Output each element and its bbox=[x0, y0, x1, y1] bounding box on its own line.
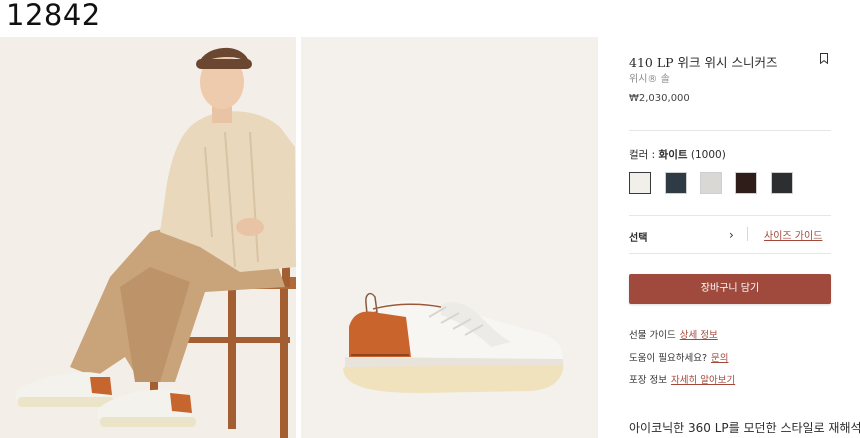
packaging-row: 포장 정보 자세히 알아보기 bbox=[629, 372, 735, 386]
divider bbox=[629, 130, 831, 131]
color-label: 컬러 : 화이트 (1000) bbox=[629, 147, 726, 162]
sneaker-illustration bbox=[301, 37, 598, 438]
swatch-light-grey[interactable] bbox=[700, 172, 722, 194]
size-select[interactable]: 선택 bbox=[629, 229, 647, 244]
product-photo[interactable] bbox=[301, 37, 598, 438]
model-photo[interactable] bbox=[0, 37, 296, 438]
chevron-right-icon[interactable]: › bbox=[729, 228, 734, 242]
product-title: 410 LP 위크 위시 스니커즈 bbox=[629, 55, 778, 70]
divider bbox=[629, 215, 831, 216]
packaging-label: 포장 정보 bbox=[629, 375, 667, 386]
gift-guide-link[interactable]: 상세 정보 bbox=[680, 330, 718, 341]
swatch-charcoal[interactable] bbox=[771, 172, 793, 194]
bookmark-icon[interactable] bbox=[820, 53, 828, 64]
packaging-link[interactable]: 자세히 알아보기 bbox=[671, 375, 735, 386]
swatch-white[interactable] bbox=[629, 172, 651, 194]
product-info-panel: 410 LP 위크 위시 스니커즈 위시® 솔 ₩2,030,000 컬러 : … bbox=[598, 37, 860, 438]
product-price: ₩2,030,000 bbox=[629, 93, 690, 104]
gift-guide-label: 선물 가이드 bbox=[629, 330, 676, 341]
divider bbox=[629, 253, 831, 254]
add-to-cart-button[interactable]: 장바구니 담기 bbox=[629, 274, 831, 304]
color-prefix: 컬러 : bbox=[629, 149, 659, 161]
color-code: (1000) bbox=[690, 149, 726, 161]
swatch-dark-brown[interactable] bbox=[735, 172, 757, 194]
product-brand: 위시® 솔 bbox=[629, 74, 670, 85]
model-illustration bbox=[0, 37, 296, 438]
product-description: 아이코닉한 360 LP를 모던한 스타일로 재해석 bbox=[629, 421, 860, 435]
color-name: 화이트 bbox=[658, 149, 688, 161]
help-row: 도움이 필요하세요? 문의 bbox=[629, 350, 728, 364]
contact-link[interactable]: 문의 bbox=[711, 353, 728, 364]
separator bbox=[747, 227, 748, 241]
image-label: 12842 bbox=[6, 0, 101, 32]
size-guide-link[interactable]: 사이즈 가이드 bbox=[764, 227, 822, 242]
gift-guide-row: 선물 가이드 상세 정보 bbox=[629, 327, 718, 341]
swatch-navy[interactable] bbox=[665, 172, 687, 194]
help-label: 도움이 필요하세요? bbox=[629, 353, 707, 364]
